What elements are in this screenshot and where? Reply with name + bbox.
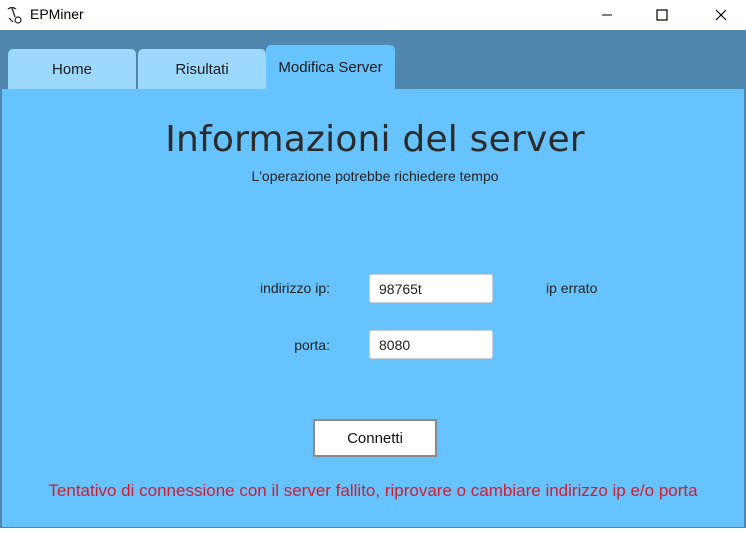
tab-risultati[interactable]: Risultati — [138, 49, 266, 89]
ip-address-input[interactable] — [369, 274, 493, 303]
port-label: porta: — [294, 337, 330, 353]
window-bottom-border — [0, 528, 746, 533]
connect-button[interactable]: Connetti — [313, 419, 437, 457]
maximize-icon — [656, 9, 668, 21]
window-title: EPMiner — [30, 6, 84, 22]
close-icon — [715, 9, 727, 21]
port-input[interactable] — [369, 330, 493, 359]
tab-strip: Home Risultati Modifica Server Informazi… — [0, 30, 746, 528]
title-bar: EPMiner — [0, 0, 746, 30]
ip-address-label: indirizzo ip: — [259, 280, 330, 296]
page-subtitle: L'operazione potrebbe richiedere tempo — [251, 168, 499, 184]
tab-modifica-server[interactable]: Modifica Server — [266, 45, 395, 89]
close-button[interactable] — [698, 0, 744, 30]
ip-error-label: ip errato — [546, 280, 598, 296]
server-settings-panel: Informazioni del server L'operazione pot… — [2, 89, 744, 527]
minimize-icon — [602, 14, 612, 16]
page-title: Informazioni del server — [165, 119, 585, 160]
minimize-button[interactable] — [584, 0, 630, 30]
connection-error-message: Tentativo di connessione con il server f… — [48, 481, 698, 500]
pickaxe-miner-icon — [7, 6, 22, 24]
tab-home[interactable]: Home — [8, 49, 136, 89]
maximize-button[interactable] — [639, 0, 685, 30]
